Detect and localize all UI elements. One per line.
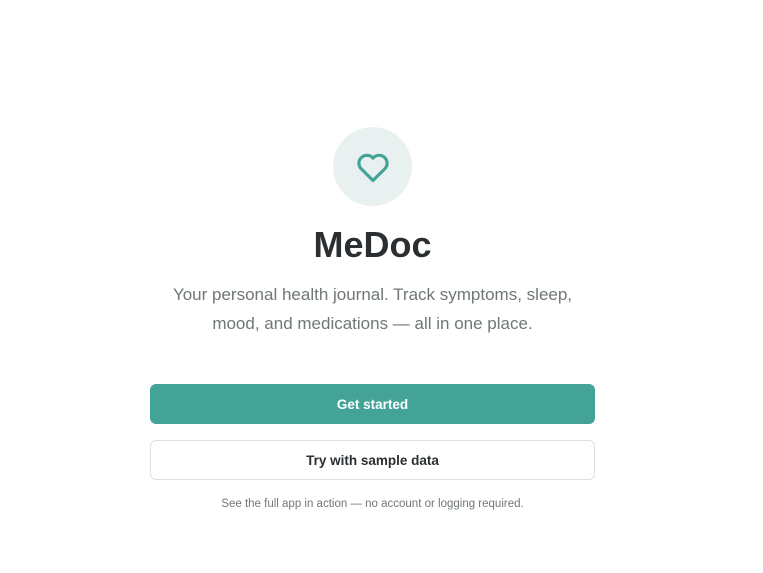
app-title: MeDoc (313, 224, 432, 265)
app-tagline: Your personal health journal. Track symp… (172, 285, 573, 333)
heart-icon (356, 153, 389, 182)
try-sample-data-button[interactable]: Try with sample data (150, 440, 595, 480)
welcome-screen: MeDoc Your personal health journal. Trac… (0, 0, 763, 573)
app-logo (333, 127, 412, 206)
sample-data-note: See the full app in action — no account … (221, 498, 524, 510)
get-started-button[interactable]: Get started (150, 384, 595, 424)
